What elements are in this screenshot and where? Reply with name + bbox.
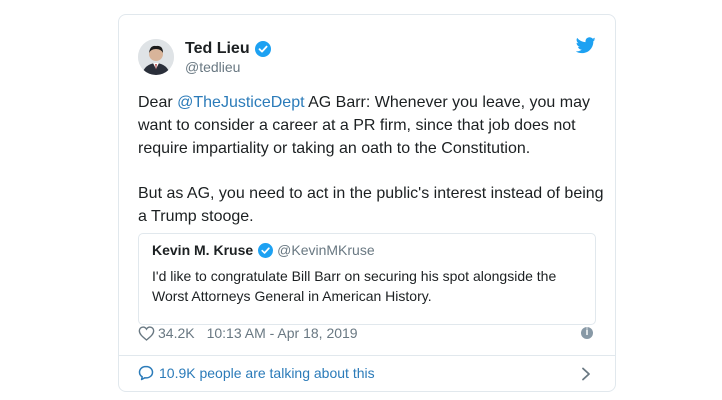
quoted-tweet[interactable]: Kevin M. Kruse @KevinMKruse I'd like to … (138, 233, 596, 325)
tweet-meta: 34.2K 10:13 AM - Apr 18, 2019 (138, 325, 358, 341)
author-handle[interactable]: @tedlieu (185, 59, 240, 75)
speech-bubble-icon (138, 365, 154, 381)
mention-link[interactable]: @TheJusticeDept (177, 94, 304, 111)
verified-badge-icon (254, 41, 271, 57)
author-name[interactable]: Ted Lieu (185, 40, 250, 58)
talking-text: 10.9K people are talking about this (159, 365, 375, 381)
text-prefix: Dear (138, 94, 178, 111)
chevron-right-icon[interactable] (581, 367, 591, 386)
avatar[interactable] (138, 39, 174, 75)
twitter-bird-icon[interactable] (575, 37, 596, 59)
like-count[interactable]: 34.2K (158, 325, 195, 341)
tweet-paragraph-2: But as AG, you need to act in the public… (138, 185, 604, 225)
quoted-author-row: Kevin M. Kruse @KevinMKruse (152, 242, 375, 258)
heart-icon[interactable] (138, 325, 155, 341)
tweet-paragraph-1: Dear @TheJusticeDept AG Barr: Whenever y… (138, 91, 608, 160)
info-icon[interactable]: i (581, 327, 593, 339)
divider (119, 355, 615, 356)
tweet-card: Ted Lieu @tedlieu Dear @TheJusticeDept A… (118, 14, 616, 392)
tweet-text: Dear @TheJusticeDept AG Barr: Whenever y… (138, 91, 608, 250)
author-row: Ted Lieu (185, 40, 271, 58)
timestamp[interactable]: 10:13 AM - Apr 18, 2019 (207, 325, 358, 341)
quoted-author-handle: @KevinMKruse (277, 242, 375, 258)
verified-badge-icon (258, 242, 274, 258)
talking-link[interactable]: 10.9K people are talking about this (138, 365, 375, 381)
quoted-author-name: Kevin M. Kruse (152, 242, 254, 258)
quoted-tweet-text: I'd like to congratulate Bill Barr on se… (152, 268, 557, 304)
